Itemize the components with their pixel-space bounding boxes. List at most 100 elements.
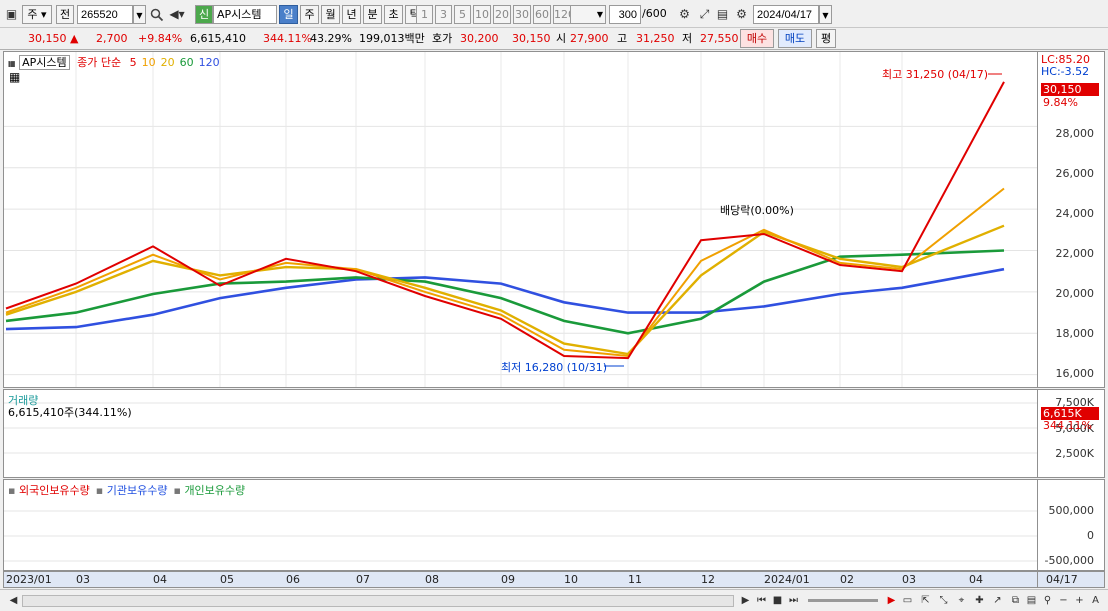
alert-icon[interactable]: ▶ xyxy=(884,593,899,608)
code-dropdown-icon[interactable]: ▼ xyxy=(133,5,146,24)
period-button-2[interactable]: 월 xyxy=(321,5,340,24)
holding-legend-1[interactable]: 기관보유수량 xyxy=(107,484,168,497)
save-icon[interactable]: ▤ xyxy=(714,5,731,24)
interval-button-3[interactable]: 10 xyxy=(473,5,491,24)
bar-count-input[interactable] xyxy=(609,5,641,24)
bottom-toolbar: ◀ ▶ ⏮ ■ ⏭ ▶ ▭ ⇱ ⤡ ⌖ ✚ ↗ ⧉ ▤ ⚲ − + A xyxy=(0,589,1108,611)
x-tick-5: 07 xyxy=(356,573,370,586)
price-change: 2,700 xyxy=(96,32,128,45)
volume-pane[interactable]: 거래량 6,615,410주(344.11%) xyxy=(3,389,1038,478)
price-change-pct: +9.84% xyxy=(138,32,183,45)
eval-button[interactable]: 평 xyxy=(816,29,836,48)
print-icon[interactable]: ▤ xyxy=(1024,593,1039,608)
legend-ma-3[interactable]: 60 xyxy=(180,56,194,69)
legend-stock-name: AP시스템 xyxy=(19,55,70,70)
measure-icon[interactable]: ⌖ xyxy=(954,593,969,608)
scroll-left-icon[interactable]: ◀ xyxy=(6,593,21,608)
legend-ma-0[interactable]: 5 xyxy=(130,56,137,69)
holding-legend-marker-0: ▪ xyxy=(8,484,19,497)
legend-ma-1[interactable]: 10 xyxy=(142,56,156,69)
legend-ma-2[interactable]: 20 xyxy=(161,56,175,69)
x-tick-6: 08 xyxy=(425,573,439,586)
prev-prefix-button[interactable]: 전 xyxy=(56,5,74,24)
grid-toggle-icon[interactable]: ▦ xyxy=(9,70,20,84)
x-tick-4: 06 xyxy=(286,573,300,586)
interval-dropdown[interactable]: ▼ xyxy=(570,5,606,24)
low-price: 27,550 xyxy=(700,32,739,45)
horizontal-scrollbar[interactable] xyxy=(22,595,734,607)
period-button-4[interactable]: 분 xyxy=(363,5,382,24)
current-price: 30,150 ▲ xyxy=(28,31,78,47)
fit-icon[interactable]: ⤡ xyxy=(936,593,951,608)
x-tick-1: 03 xyxy=(76,573,90,586)
zoom-box-icon[interactable]: ▭ xyxy=(900,593,915,608)
volume-y-axis[interactable]: 7,500K 5,000K 2,500K 6,615K 344.11% xyxy=(1038,389,1105,478)
bid-label: 호가 xyxy=(432,32,453,45)
holdings-legend: ▪ 외국인보유수량 ▪ 기관보유수량 ▪ 개인보유수량 xyxy=(8,482,251,498)
holdings-pane[interactable]: ▪ 외국인보유수량 ▪ 기관보유수량 ▪ 개인보유수량 xyxy=(3,479,1038,571)
period-button-5[interactable]: 초 xyxy=(384,5,403,24)
interval-button-4[interactable]: 20 xyxy=(493,5,511,24)
interval-button-1[interactable]: 3 xyxy=(435,5,452,24)
zoom-out-icon[interactable]: − xyxy=(1056,593,1071,608)
holdings-y-tick-0: 500,000 xyxy=(1048,504,1095,517)
price-y-tick-4: 20,000 xyxy=(1055,287,1095,300)
settings-icon[interactable]: ⚙ xyxy=(733,5,750,24)
ma-line-10 xyxy=(5,187,1005,358)
arrow-tool-icon[interactable]: ↗ xyxy=(990,593,1005,608)
x-axis[interactable]: 2023/01 03 04 05 06 07 08 09 10 11 12 2024/01 02 03 04 xyxy=(3,571,1038,588)
sell-button[interactable]: 매도 xyxy=(778,29,812,48)
layout-icon[interactable]: ▣ xyxy=(3,5,20,24)
price-chart-pane[interactable]: ▦ AP시스템 종가 단순 5 10 20 60 120 ▦ 최고 31,250 (04… xyxy=(3,51,1038,388)
cross-icon[interactable]: ✚ xyxy=(972,593,987,608)
copy-icon[interactable]: ⧉ xyxy=(1008,593,1023,608)
x-tick-11: 2024/01 xyxy=(764,573,810,586)
price-y-axis[interactable]: LC:85.20 HC:-3.52 30,150 9.84% 28,000 26,… xyxy=(1038,51,1105,388)
holding-legend-2[interactable]: 개인보유수량 xyxy=(184,484,245,497)
speed-slider[interactable] xyxy=(808,599,878,602)
last-pct-badge: 9.84% xyxy=(1043,96,1078,109)
stock-name-field[interactable]: AP시스템 xyxy=(213,5,277,24)
magnify-icon[interactable]: ⚲ xyxy=(1040,593,1055,608)
price-y-tick-5: 18,000 xyxy=(1055,327,1095,340)
interval-button-6[interactable]: 60 xyxy=(533,5,551,24)
x-axis-right: 04/17 xyxy=(1038,571,1105,588)
stock-code-input[interactable] xyxy=(77,5,133,24)
interval-button-5[interactable]: 30 xyxy=(513,5,531,24)
period-button-3[interactable]: 년 xyxy=(342,5,361,24)
market-select[interactable]: 주 ▾ xyxy=(22,5,52,24)
buy-button[interactable]: 매수 xyxy=(740,29,774,48)
current-price-value: 30,150 xyxy=(28,32,67,45)
price-y-tick-3: 22,000 xyxy=(1055,247,1095,260)
legend-ma-4[interactable]: 120 xyxy=(199,56,220,69)
stop-icon[interactable]: ■ xyxy=(770,593,785,608)
holding-legend-0[interactable]: 외국인보유수량 xyxy=(19,484,90,497)
cursor-icon[interactable]: ⇱ xyxy=(918,593,933,608)
date-input[interactable] xyxy=(753,5,819,24)
legend-box-icon: ▦ xyxy=(8,59,16,68)
font-size-icon[interactable]: A xyxy=(1088,593,1103,608)
hc-label: HC:-3.52 xyxy=(1041,65,1090,78)
interval-button-0[interactable]: 1 xyxy=(416,5,433,24)
play-icon[interactable]: ⏭ xyxy=(786,593,801,608)
holdings-y-axis[interactable]: 500,000 0 -500,000 xyxy=(1038,479,1105,571)
rewind-icon[interactable]: ⏮ xyxy=(754,593,769,608)
period-button-1[interactable]: 주 xyxy=(300,5,319,24)
candle-type-icon[interactable]: ⚙ xyxy=(676,5,693,24)
scroll-right-icon[interactable]: ▶ xyxy=(738,593,753,608)
zoom-in-icon[interactable]: + xyxy=(1072,593,1087,608)
search-icon[interactable] xyxy=(148,5,165,24)
draw-tool-icon[interactable]: ⤢ xyxy=(696,5,713,24)
calendar-dropdown-icon[interactable]: ▼ xyxy=(819,5,832,24)
interval-button-2[interactable]: 5 xyxy=(454,5,471,24)
volume-canvas xyxy=(4,402,1037,454)
market-select-label: 주 xyxy=(27,8,38,21)
volume-y-tick-2: 2,500K xyxy=(1055,447,1094,460)
x-tick-3: 05 xyxy=(220,573,234,586)
x-tick-7: 09 xyxy=(501,573,515,586)
up-arrow-icon: ▲ xyxy=(70,32,79,45)
ma-line-20 xyxy=(5,224,1005,356)
sound-icon[interactable]: ◀▾ xyxy=(166,5,188,24)
holdings-y-tick-1: 0 xyxy=(1087,529,1094,542)
period-button-0[interactable]: 일 xyxy=(279,5,298,24)
